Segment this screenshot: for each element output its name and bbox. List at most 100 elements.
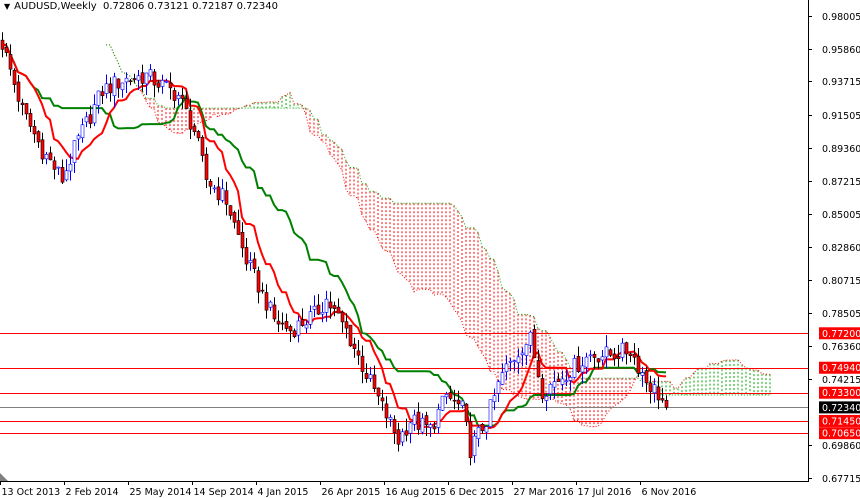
candle-body — [544, 395, 549, 401]
candle — [436, 403, 441, 434]
candle — [532, 324, 537, 359]
candle — [360, 345, 365, 384]
candle — [644, 366, 649, 393]
candle-body — [160, 79, 165, 87]
candle — [472, 430, 477, 463]
candle — [296, 315, 301, 343]
candle-body — [284, 321, 289, 329]
candle-body — [420, 417, 425, 433]
candle — [620, 338, 625, 362]
candle-body — [308, 311, 313, 325]
candle-body — [640, 372, 645, 376]
candle-body — [340, 311, 345, 323]
candle-body — [656, 386, 661, 401]
candle-body — [648, 382, 653, 392]
candle-body — [180, 94, 185, 99]
price-chart[interactable]: 0.98005 0.95860 0.93715 0.91505 0.89360 0.872… — [0, 0, 860, 498]
y-tick-label: 0.87215 — [822, 177, 860, 188]
candle-body — [588, 354, 593, 357]
candle-body — [156, 82, 161, 88]
candle-body — [316, 304, 321, 315]
x-tick-label: 26 Apr 2015 — [322, 487, 381, 498]
candle — [244, 238, 249, 271]
candle — [480, 423, 485, 434]
candle — [176, 91, 181, 106]
candle — [580, 356, 585, 384]
candle-body — [196, 131, 201, 139]
candle — [148, 64, 153, 81]
candle — [216, 177, 221, 206]
candle-body — [612, 353, 617, 360]
candle-body — [428, 424, 433, 428]
candle-body — [632, 353, 637, 358]
candle — [484, 425, 489, 440]
candle-body — [176, 95, 181, 100]
candle — [124, 72, 129, 94]
candle — [340, 310, 345, 333]
candle — [516, 348, 521, 374]
candle-body — [372, 374, 377, 389]
collapse-triangle-icon[interactable]: ▼ — [4, 2, 10, 11]
candle-body — [660, 398, 665, 401]
y-tick-label: 0.78505 — [822, 309, 860, 320]
symbol-timeframe: AUDUSD,Weekly — [14, 1, 97, 12]
candle — [20, 98, 25, 116]
candle-body — [352, 343, 357, 349]
candle — [292, 328, 297, 339]
x-tick-label: 25 May 2014 — [130, 487, 192, 498]
candle-body — [236, 220, 241, 235]
y-tick-label: 0.76360 — [822, 342, 860, 353]
candle-body — [424, 415, 429, 426]
candle — [168, 72, 173, 100]
candle — [232, 210, 237, 229]
candle-body — [300, 319, 305, 326]
candle — [108, 77, 113, 102]
candle — [276, 310, 281, 333]
candle-body — [404, 430, 409, 436]
candle — [40, 132, 45, 164]
candle — [384, 396, 389, 429]
candle-body — [56, 166, 61, 169]
candle-body — [172, 90, 177, 101]
candle-body — [0, 39, 5, 50]
candle-body — [524, 344, 529, 356]
candle-body — [608, 349, 613, 356]
candle-body — [476, 427, 481, 439]
candle-body — [392, 419, 397, 433]
y-tick-label: 0.89360 — [822, 144, 860, 155]
candle — [412, 409, 417, 431]
candle-body — [104, 83, 109, 94]
candle — [636, 347, 641, 378]
candle-body — [532, 329, 537, 359]
candle-body — [168, 82, 173, 89]
candle-body — [16, 81, 21, 102]
candle-body — [272, 304, 277, 320]
candle-body — [248, 260, 253, 264]
candle — [540, 373, 545, 404]
candle — [196, 130, 201, 142]
candle-body — [452, 399, 457, 402]
candle — [648, 375, 653, 404]
candle — [284, 313, 289, 332]
level-price-label: 0.73300 — [822, 388, 860, 399]
candle — [576, 346, 581, 373]
candle-body — [516, 356, 521, 363]
candle — [76, 133, 81, 151]
candle-body — [144, 72, 149, 85]
chart-header: ▼ AUDUSD,Weekly 0.72806 0.73121 0.72187 0… — [4, 1, 278, 12]
candle — [368, 366, 373, 382]
candle-body — [240, 231, 245, 249]
candle-body — [652, 384, 657, 394]
candle-body — [268, 301, 273, 308]
candle — [400, 428, 405, 447]
candle-body — [116, 78, 121, 89]
x-tick-label: 27 Mar 2016 — [514, 487, 574, 498]
candle-body — [336, 306, 341, 314]
candle — [96, 90, 101, 114]
candle-body — [228, 205, 233, 216]
candle — [112, 72, 117, 108]
candle — [36, 130, 41, 148]
candle-body — [416, 411, 421, 430]
candle-body — [548, 383, 553, 395]
candle-body — [188, 110, 193, 130]
